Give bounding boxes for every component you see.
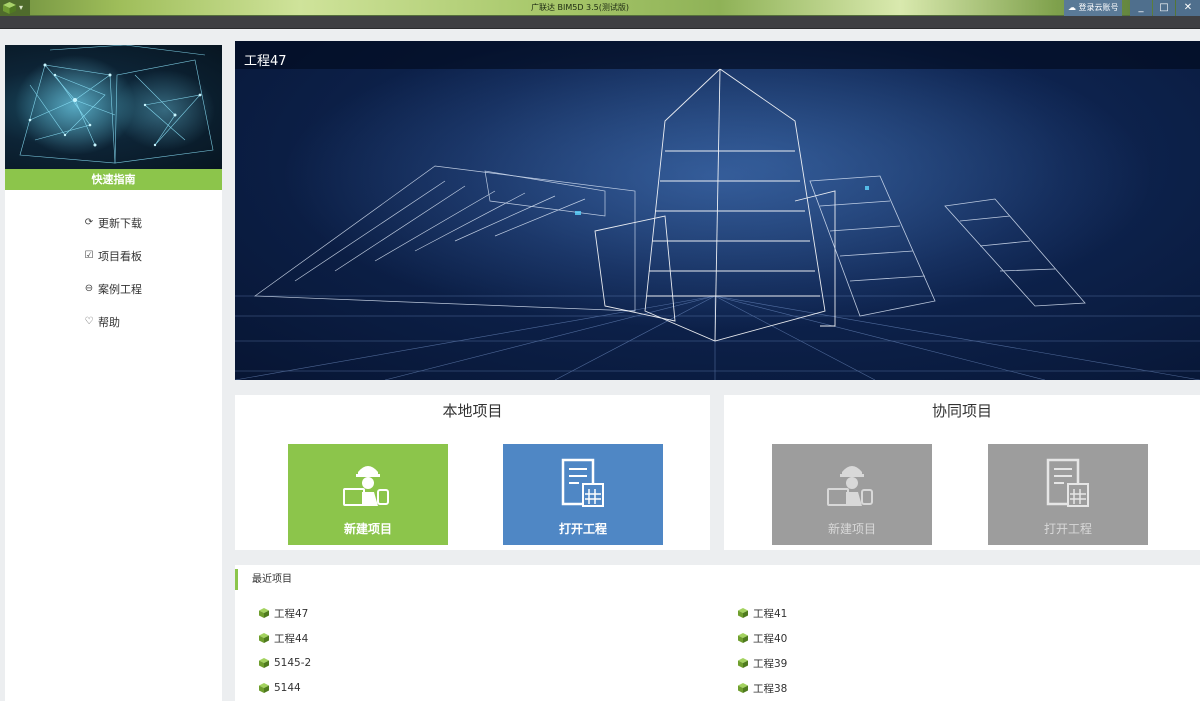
document-building-icon bbox=[1046, 458, 1089, 507]
window-title: 广联达 BIM5D 3.5(测试版) bbox=[530, 3, 630, 12]
recent-project-name: 5144 bbox=[274, 682, 301, 694]
local-project-panel: 本地项目 新建项目 打开工程 bbox=[235, 395, 710, 550]
quick-guide-image[interactable] bbox=[5, 45, 222, 169]
recent-project-item[interactable]: 工程38 bbox=[738, 681, 787, 695]
minimize-button[interactable]: _ bbox=[1130, 0, 1152, 16]
recent-project-item[interactable]: 工程39 bbox=[738, 656, 787, 670]
project-cube-icon bbox=[259, 608, 269, 618]
project-cube-icon bbox=[259, 633, 269, 643]
document-building-icon bbox=[561, 458, 604, 507]
recent-project-name: 工程47 bbox=[274, 607, 309, 620]
project-cube-icon bbox=[738, 658, 748, 668]
recent-project-item[interactable]: 5145-2 bbox=[259, 656, 311, 670]
builder-icon bbox=[343, 466, 389, 506]
refresh-icon: ⟳ bbox=[84, 217, 94, 228]
tile-label: 新建项目 bbox=[343, 522, 392, 536]
sidebar-item-label: 更新下载 bbox=[98, 217, 142, 230]
book-network-illustration bbox=[15, 45, 215, 164]
sidebar-item-label: 帮助 bbox=[98, 316, 120, 329]
app-logo-icon bbox=[3, 2, 16, 14]
recent-project-name: 工程41 bbox=[753, 607, 788, 620]
collab-open-project-button[interactable]: 打开工程 bbox=[988, 444, 1148, 545]
project-cube-icon bbox=[259, 683, 269, 693]
recent-project-name: 5145-2 bbox=[274, 657, 312, 669]
recent-projects-panel: 最近项目 工程47 工程44 5145-2 5144 工程41 工程40 工程3… bbox=[235, 565, 1200, 701]
sidebar-item-update-download[interactable]: ⟳ 更新下载 bbox=[83, 214, 142, 232]
collab-project-panel: 协同项目 新建项目 打开工程 bbox=[724, 395, 1200, 550]
cloud-login-button[interactable]: ☁ 登录云账号 bbox=[1064, 0, 1122, 16]
panel-title: 协同项目 bbox=[931, 402, 992, 420]
tile-label: 打开工程 bbox=[558, 522, 607, 536]
collab-new-project-button[interactable]: 新建项目 bbox=[772, 444, 932, 545]
recent-project-item[interactable]: 5144 bbox=[259, 681, 301, 695]
current-project-title: 工程47 bbox=[244, 54, 287, 69]
cloud-icon: ☁ bbox=[1068, 3, 1076, 12]
menu-strip bbox=[0, 16, 1200, 29]
recent-project-name: 工程44 bbox=[274, 632, 309, 645]
project-cube-icon bbox=[259, 658, 269, 668]
cloud-login-label: 登录云账号 bbox=[1078, 3, 1119, 12]
quick-guide-label[interactable]: 快速指南 bbox=[5, 169, 222, 190]
sidebar-item-label: 案例工程 bbox=[98, 283, 142, 296]
local-open-project-button[interactable]: 打开工程 bbox=[503, 444, 663, 545]
app-menu-button[interactable]: ▾ bbox=[0, 0, 30, 16]
sidebar-item-label: 项目看板 bbox=[98, 250, 142, 263]
recent-projects-header: 最近项目 bbox=[235, 569, 292, 590]
sidebar-item-case-projects[interactable]: ⊖ 案例工程 bbox=[83, 280, 142, 298]
recent-project-name: 工程39 bbox=[753, 657, 788, 670]
board-icon: ☑ bbox=[84, 250, 94, 261]
recent-project-item[interactable]: 工程47 bbox=[259, 606, 308, 620]
recent-project-name: 工程38 bbox=[753, 682, 788, 695]
close-button[interactable]: ✕ bbox=[1176, 0, 1200, 16]
recent-project-item[interactable]: 工程44 bbox=[259, 631, 308, 645]
recent-project-item[interactable]: 工程40 bbox=[738, 631, 787, 645]
project-cube-icon bbox=[738, 633, 748, 643]
sidebar-item-project-board[interactable]: ☑ 项目看板 bbox=[83, 247, 142, 265]
case-icon: ⊖ bbox=[84, 283, 94, 294]
sidebar-item-help[interactable]: ♡ 帮助 bbox=[83, 313, 120, 331]
chevron-down-icon: ▾ bbox=[19, 3, 24, 12]
panel-title: 本地项目 bbox=[442, 402, 503, 420]
sidebar: 快速指南 ⟳ 更新下载 ☑ 项目看板 ⊖ 案例工程 ♡ 帮助 bbox=[5, 45, 222, 701]
title-bar: ▾ 广联达 BIM5D 3.5(测试版) ☁ 登录云账号 _ □ ✕ bbox=[0, 0, 1200, 16]
banner-header bbox=[235, 41, 1200, 69]
maximize-button[interactable]: □ bbox=[1153, 0, 1175, 16]
local-new-project-button[interactable]: 新建项目 bbox=[288, 444, 448, 545]
tile-label: 打开工程 bbox=[1043, 522, 1092, 536]
builder-icon bbox=[827, 466, 873, 506]
project-cube-icon bbox=[738, 608, 748, 618]
project-banner: 工程47 bbox=[235, 41, 1200, 380]
recent-project-item[interactable]: 工程41 bbox=[738, 606, 787, 620]
recent-project-name: 工程40 bbox=[753, 632, 788, 645]
wireframe-city-illustration bbox=[235, 41, 1200, 380]
help-icon: ♡ bbox=[84, 316, 94, 327]
project-cube-icon bbox=[738, 683, 748, 693]
tile-label: 新建项目 bbox=[827, 522, 876, 536]
